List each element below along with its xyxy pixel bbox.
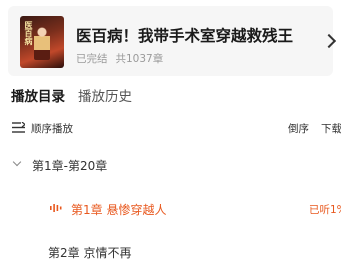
download-button[interactable]: 下载	[321, 121, 341, 136]
tab-playlist[interactable]: 播放目录	[11, 85, 65, 105]
chapter-progress: 已听1%	[309, 204, 341, 216]
chevron-right-icon[interactable]	[321, 33, 337, 49]
chapter-row[interactable]: 第1章 悬惨穿越人 已听1%	[0, 197, 341, 221]
tab-history[interactable]: 播放历史	[78, 85, 132, 105]
chapter-title: 第1章 悬惨穿越人	[71, 203, 167, 217]
book-meta: 已完结 共1037章	[76, 51, 163, 66]
chapter-group-label: 第1章-第20章	[32, 159, 108, 173]
reverse-order-button[interactable]: 倒序	[288, 121, 309, 136]
cover-figure-art	[34, 26, 50, 60]
book-episode-count: 共1037章	[115, 53, 164, 65]
book-status: 已完结	[76, 53, 108, 65]
chevron-down-icon	[12, 157, 22, 167]
chapter-group-header[interactable]: 第1章-第20章	[0, 154, 341, 176]
order-mode-label[interactable]: 顺序播放	[31, 121, 73, 136]
sound-wave-icon	[50, 204, 62, 212]
playlist-toolbar: 顺序播放 倒序 下载	[0, 118, 341, 138]
cover-title-art: 医百病	[24, 21, 34, 45]
chapter-row[interactable]: 第2章 京情不再	[0, 240, 341, 264]
book-info-card[interactable]: 医百病 医百病！我带手术室穿越救残王 已完结 共1037章	[8, 6, 337, 76]
sequential-play-icon[interactable]	[12, 122, 25, 133]
book-cover: 医百病	[20, 16, 64, 68]
book-title: 医百病！我带手术室穿越救残王	[76, 27, 294, 45]
chapter-title: 第2章 京情不再	[48, 246, 132, 260]
